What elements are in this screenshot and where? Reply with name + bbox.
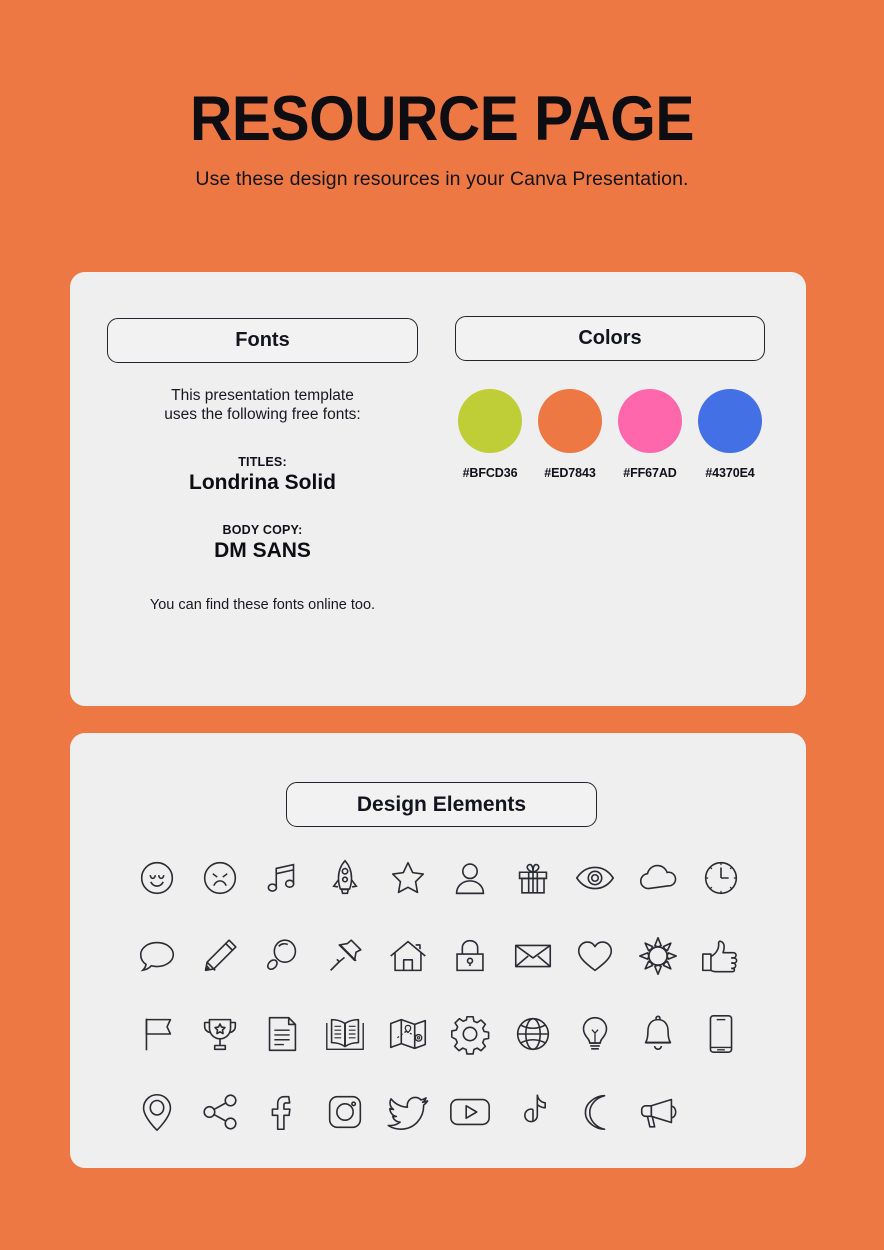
- pushpin-icon[interactable]: [314, 923, 377, 989]
- globe-icon[interactable]: [502, 1001, 565, 1067]
- font-entry-titles: TITLES: Londrina Solid: [107, 455, 418, 495]
- color-swatch-dot: [458, 389, 522, 453]
- tiktok-icon[interactable]: [502, 1079, 565, 1145]
- resource-page: RESOURCE PAGE Use these design resources…: [0, 0, 884, 1250]
- phone-icon[interactable]: [689, 1001, 752, 1067]
- color-swatch-label: #ED7843: [544, 466, 596, 480]
- color-swatch-label: #BFCD36: [462, 466, 518, 480]
- color-swatch-dot: [618, 389, 682, 453]
- fonts-intro-text: This presentation template uses the foll…: [107, 387, 418, 425]
- page-subtitle: Use these design resources in your Canva…: [195, 168, 689, 190]
- speech-bubble-icon[interactable]: [126, 923, 189, 989]
- fonts-pill-label: Fonts: [235, 329, 290, 351]
- music-note-icon[interactable]: [251, 845, 314, 911]
- color-swatch-dot: [698, 389, 762, 453]
- gift-icon[interactable]: [502, 845, 565, 911]
- sun-icon[interactable]: [627, 923, 690, 989]
- color-swatch-dot: [538, 389, 602, 453]
- color-swatch-label: #4370E4: [705, 466, 755, 480]
- color-swatch[interactable]: #ED7843: [535, 389, 605, 480]
- font-entry-body-name: DM SANS: [214, 539, 311, 562]
- heart-icon[interactable]: [564, 923, 627, 989]
- font-entry-titles-kicker: TITLES:: [238, 454, 287, 469]
- person-icon[interactable]: [439, 845, 502, 911]
- flag-icon[interactable]: [126, 1001, 189, 1067]
- cloud-icon[interactable]: [627, 845, 690, 911]
- house-icon[interactable]: [376, 923, 439, 989]
- location-pin-icon[interactable]: [126, 1079, 189, 1145]
- thumbs-up-icon[interactable]: [689, 923, 752, 989]
- book-icon[interactable]: [314, 1001, 377, 1067]
- fonts-section-header[interactable]: Fonts: [107, 318, 418, 363]
- lock-icon[interactable]: [439, 923, 502, 989]
- resources-card: Fonts This presentation template uses th…: [70, 272, 806, 706]
- design-elements-card: Design Elements: [70, 733, 806, 1168]
- smiley-face-icon[interactable]: [126, 845, 189, 911]
- clock-icon[interactable]: [689, 845, 752, 911]
- trophy-icon[interactable]: [189, 1001, 252, 1067]
- fonts-intro-line: This presentation template uses the foll…: [164, 387, 361, 423]
- youtube-icon[interactable]: [439, 1079, 502, 1145]
- moon-icon[interactable]: [564, 1079, 627, 1145]
- color-swatch[interactable]: #FF67AD: [615, 389, 685, 480]
- fonts-note: You can find these fonts online too.: [149, 597, 376, 613]
- envelope-icon[interactable]: [502, 923, 565, 989]
- map-icon[interactable]: [376, 1001, 439, 1067]
- magnifier-icon[interactable]: [251, 923, 314, 989]
- design-elements-section-header[interactable]: Design Elements: [286, 782, 597, 827]
- colors-section-header[interactable]: Colors: [455, 316, 765, 361]
- twitter-icon[interactable]: [376, 1079, 439, 1145]
- lightbulb-icon[interactable]: [564, 1001, 627, 1067]
- font-entry-body-kicker: BODY COPY:: [222, 523, 303, 537]
- font-entry-body: BODY COPY: DM SANS: [107, 523, 418, 563]
- document-icon[interactable]: [251, 1001, 314, 1067]
- rocket-icon[interactable]: [314, 845, 377, 911]
- color-swatch-label: #FF67AD: [623, 466, 677, 480]
- design-elements-pill-label: Design Elements: [356, 792, 527, 816]
- design-elements-grid: [126, 845, 752, 1145]
- eye-icon[interactable]: [564, 845, 627, 911]
- sad-face-icon[interactable]: [189, 845, 252, 911]
- gear-icon[interactable]: [439, 1001, 502, 1067]
- font-entry-titles-name: Londrina Solid: [189, 470, 336, 494]
- instagram-icon[interactable]: [314, 1079, 377, 1145]
- facebook-icon[interactable]: [251, 1079, 314, 1145]
- fonts-column: This presentation template uses the foll…: [107, 387, 418, 563]
- color-swatch[interactable]: #4370E4: [695, 389, 765, 480]
- share-icon[interactable]: [189, 1079, 252, 1145]
- color-swatch[interactable]: #BFCD36: [455, 389, 525, 480]
- page-title: RESOURCE PAGE: [189, 84, 694, 154]
- bell-icon[interactable]: [627, 1001, 690, 1067]
- color-swatch-row: #BFCD36 #ED7843 #FF67AD #4370E4: [455, 389, 765, 480]
- star-icon[interactable]: [376, 845, 439, 911]
- colors-pill-label: Colors: [578, 327, 642, 349]
- pencil-icon[interactable]: [189, 923, 252, 989]
- megaphone-icon[interactable]: [627, 1079, 690, 1145]
